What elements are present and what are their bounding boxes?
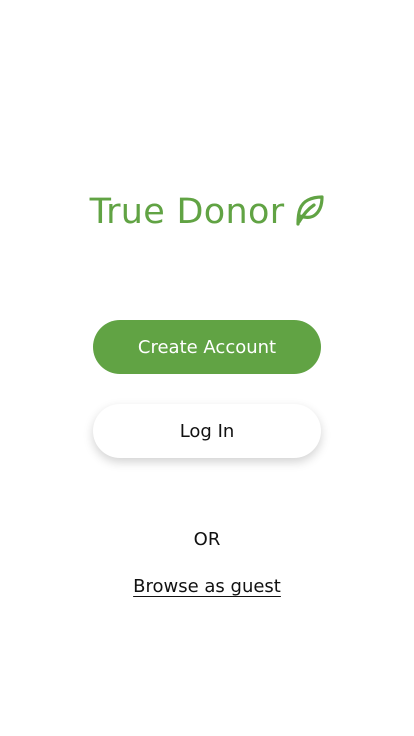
browse-guest-container: Browse as guest — [0, 576, 414, 597]
app-logo: True Donor — [0, 190, 414, 234]
welcome-screen: True Donor Create Account Log In OR Brow… — [0, 0, 414, 736]
app-title: True Donor — [89, 192, 285, 232]
login-button[interactable]: Log In — [93, 404, 321, 458]
leaf-icon — [296, 195, 325, 226]
browse-as-guest-link[interactable]: Browse as guest — [133, 576, 281, 597]
or-divider-label: OR — [193, 529, 221, 550]
create-account-button[interactable]: Create Account — [93, 320, 321, 374]
